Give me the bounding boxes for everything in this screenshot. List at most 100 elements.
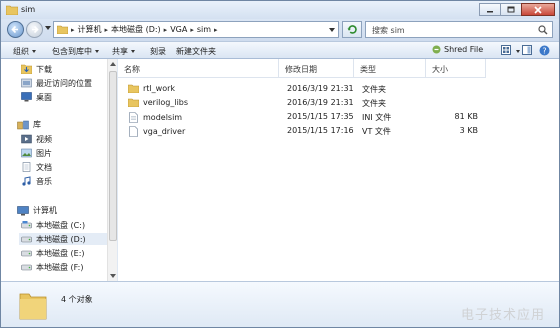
drive-icon (21, 236, 32, 243)
column-header-name[interactable]: 名称 (118, 59, 279, 78)
file-row[interactable]: verilog_libs 2016/3/19 21:31 文件夹 (118, 96, 559, 109)
search-placeholder: 搜索 sim (372, 26, 405, 35)
burn-button[interactable]: 刻录 (150, 46, 166, 57)
nav-item-label: 本地磁盘 (F:) (36, 262, 84, 272)
new-folder-button[interactable]: 新建文件夹 (176, 46, 216, 57)
nav-item-label: 桌面 (36, 92, 52, 102)
item-count: 4 个对象 (61, 295, 93, 304)
nav-header-label: 库 (33, 120, 41, 129)
column-header-date-modified[interactable]: 修改日期 (279, 59, 354, 78)
folder-icon (57, 25, 68, 34)
refresh-icon (347, 25, 357, 34)
watermark: 电子技术应用 (461, 308, 546, 323)
file-name: modelsim (143, 113, 183, 122)
folder-icon (128, 98, 139, 107)
preview-pane-button[interactable] (522, 45, 532, 57)
breadcrumb-computer[interactable]: 计算机 (78, 24, 102, 35)
nav-header-label: 计算机 (33, 206, 57, 215)
help-button[interactable]: ? (539, 45, 550, 58)
file-size: 81 KB (454, 112, 478, 121)
chevron-right-icon[interactable]: ▸ (105, 26, 109, 34)
file-type: 文件夹 (362, 85, 386, 94)
recent-pages-dropdown[interactable] (45, 26, 51, 30)
nav-item-label: 最近访问的位置 (36, 78, 92, 88)
nav-pane-scrollbar[interactable] (107, 59, 117, 281)
address-bar[interactable]: ▸ 计算机 ▸ 本地磁盘 (D:) ▸ VGA ▸ sim ▸ (53, 21, 339, 38)
desktop-icon (21, 92, 32, 102)
computer-icon (17, 205, 29, 215)
scroll-up-arrow-icon[interactable] (110, 62, 116, 66)
nav-header-libraries[interactable]: 库 (17, 119, 41, 130)
nav-item-drive-c[interactable]: 本地磁盘 (C:) (21, 219, 85, 231)
pictures-library-icon (21, 148, 32, 158)
organize-menu[interactable]: 组织 (13, 46, 36, 57)
nav-item-label: 文档 (36, 162, 52, 172)
column-header-type[interactable]: 类型 (354, 59, 426, 78)
file-row[interactable]: modelsim 2015/1/15 17:35 INI 文件 81 KB (118, 110, 559, 123)
forward-button[interactable] (26, 21, 43, 38)
window-title: sim (21, 5, 36, 14)
include-in-library-label: 包含到库中 (52, 47, 92, 56)
video-library-icon (21, 134, 32, 144)
file-name: vga_driver (143, 127, 186, 136)
navigation-pane: 下载 最近访问的位置 桌面 库 视频 图片 文档 音乐 计算机 本地磁盘 (C:… (1, 59, 117, 281)
change-view-button[interactable] (501, 45, 511, 57)
back-button[interactable] (7, 21, 24, 38)
generic-file-icon (129, 126, 138, 137)
include-in-library-menu[interactable]: 包含到库中 (52, 46, 99, 57)
address-history-dropdown[interactable] (329, 28, 335, 32)
search-icon[interactable] (538, 25, 548, 35)
nav-header-computer[interactable]: 计算机 (17, 205, 57, 216)
nav-item-drive-d[interactable]: 本地磁盘 (D:) (19, 233, 109, 245)
svg-text:?: ? (542, 46, 546, 55)
nav-item-label: 图片 (36, 148, 52, 158)
search-input[interactable]: 搜索 sim (365, 21, 553, 38)
scroll-down-arrow-icon[interactable] (110, 274, 116, 278)
refresh-button[interactable] (342, 21, 362, 38)
nav-item-documents[interactable]: 文档 (21, 161, 52, 173)
folder-icon (6, 5, 18, 15)
nav-item-desktop[interactable]: 桌面 (21, 91, 52, 103)
minimize-icon (487, 10, 493, 12)
shred-icon (432, 45, 441, 54)
title-bar[interactable]: sim (1, 1, 559, 19)
nav-item-music[interactable]: 音乐 (21, 175, 52, 187)
nav-item-pictures[interactable]: 图片 (21, 147, 52, 159)
breadcrumb-vga[interactable]: VGA (170, 25, 187, 34)
file-row[interactable]: vga_driver 2015/1/15 17:16 VT 文件 3 KB (118, 124, 559, 137)
dropdown-arrow-icon (95, 50, 99, 53)
close-button[interactable] (521, 3, 555, 16)
chevron-right-icon[interactable]: ▸ (190, 26, 194, 34)
file-row[interactable]: rtl_work 2016/3/19 21:31 文件夹 (118, 82, 559, 95)
file-name-cell: vga_driver (128, 126, 185, 137)
shred-file-label: Shred File (444, 45, 484, 54)
breadcrumb-drive-d[interactable]: 本地磁盘 (D:) (111, 24, 161, 35)
breadcrumb-sim[interactable]: sim (197, 25, 211, 34)
nav-item-label: 本地磁盘 (C:) (36, 220, 86, 230)
shred-file-button[interactable]: Shred File (432, 45, 483, 54)
nav-item-drive-f[interactable]: 本地磁盘 (F:) (21, 261, 83, 273)
maximize-button[interactable] (500, 3, 522, 16)
column-header-size[interactable]: 大小 (426, 59, 486, 78)
nav-item-downloads[interactable]: 下载 (21, 63, 52, 75)
file-name-cell: verilog_libs (128, 98, 188, 107)
nav-item-drive-e[interactable]: 本地磁盘 (E:) (21, 247, 85, 259)
nav-item-videos[interactable]: 视频 (21, 133, 52, 145)
view-dropdown-arrow-icon[interactable] (516, 50, 520, 53)
chevron-right-icon[interactable]: ▸ (214, 26, 218, 34)
file-modified: 2015/1/15 17:35 (287, 112, 354, 121)
file-list: 名称 修改日期 类型 大小 rtl_work 2016/3/19 21:31 文… (118, 59, 559, 281)
folder-icon (128, 84, 139, 93)
file-type: VT 文件 (362, 127, 391, 136)
nav-item-label: 下载 (36, 64, 52, 74)
chevron-right-icon[interactable]: ▸ (164, 26, 168, 34)
maximize-icon (507, 6, 515, 13)
minimize-button[interactable] (479, 3, 501, 16)
drive-icon (21, 221, 32, 229)
libraries-icon (17, 120, 29, 129)
nav-item-recent-places[interactable]: 最近访问的位置 (21, 77, 92, 89)
share-menu[interactable]: 共享 (112, 46, 135, 57)
scrollbar-thumb[interactable] (109, 71, 117, 241)
dropdown-arrow-icon (32, 50, 36, 53)
preview-pane-icon (522, 45, 532, 55)
